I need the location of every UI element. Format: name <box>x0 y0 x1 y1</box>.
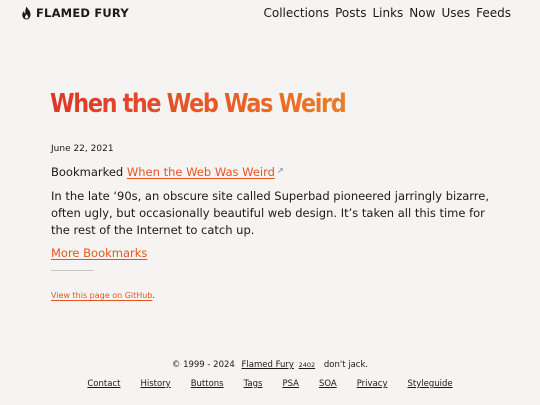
brand-name: FLAMED FURY <box>36 6 129 20</box>
brand-link[interactable]: FLAMED FURY <box>20 6 129 20</box>
page: FLAMED FURY Collections Posts Links Now … <box>0 0 540 405</box>
github-link[interactable]: View this page on GitHub <box>51 291 152 300</box>
main-nav: Collections Posts Links Now Uses Feeds <box>264 6 512 20</box>
rss-icon[interactable] <box>232 399 242 405</box>
bookmark-prefix: Bookmarked <box>51 165 124 179</box>
github-suffix: . <box>152 291 155 300</box>
nav-posts[interactable]: Posts <box>335 6 366 20</box>
external-link-icon: ↗ <box>276 166 284 175</box>
github-line: View this page on GitHub. <box>51 291 155 300</box>
tagline: don't jack. <box>323 360 369 370</box>
footer-link-styleguide[interactable]: Styleguide <box>407 379 452 389</box>
site-header: FLAMED FURY Collections Posts Links Now … <box>0 0 540 28</box>
footer-link-contact[interactable]: Contact <box>87 379 120 389</box>
instagram-icon[interactable] <box>276 399 286 405</box>
more-bookmarks-link[interactable]: More Bookmarks <box>51 246 147 260</box>
footer-link-soa[interactable]: SOA <box>319 379 337 389</box>
bookmark-line: Bookmarked When the Web Was Weird ↗ <box>51 165 284 179</box>
post-date: June 22, 2021 <box>51 144 114 154</box>
nav-links[interactable]: Links <box>372 6 403 20</box>
bookmark-link[interactable]: When the Web Was Weird <box>127 165 275 179</box>
flame-icon <box>20 6 33 20</box>
nav-uses[interactable]: Uses <box>441 6 470 20</box>
footer-link-tags[interactable]: Tags <box>244 379 263 389</box>
post-body: In the late ‘90s, an obscure site called… <box>51 189 490 237</box>
post-title: When the Web Was Weird <box>50 89 347 119</box>
footer-icons <box>0 399 540 405</box>
footer-link-psa[interactable]: PSA <box>282 379 299 389</box>
footer-site-link[interactable]: Flamed Fury <box>242 360 294 370</box>
copyright-text: © 1999 - 2024 <box>171 360 235 370</box>
nav-feeds[interactable]: Feeds <box>476 6 511 20</box>
discord-icon[interactable] <box>298 399 308 405</box>
footer-link-privacy[interactable]: Privacy <box>357 379 388 389</box>
nav-collections[interactable]: Collections <box>264 6 330 20</box>
footer-link-history[interactable]: History <box>140 379 170 389</box>
footer-links: Contact History Buttons Tags PSA SOA Pri… <box>0 379 540 389</box>
divider <box>51 270 94 271</box>
bookmark-icon[interactable] <box>254 399 264 405</box>
nav-now[interactable]: Now <box>409 6 435 20</box>
footer-copyright: © 1999 - 2024 Flamed Fury 2402 don't jac… <box>0 360 540 370</box>
footer-link-buttons[interactable]: Buttons <box>191 379 224 389</box>
version-link[interactable]: 2402 <box>299 361 316 369</box>
